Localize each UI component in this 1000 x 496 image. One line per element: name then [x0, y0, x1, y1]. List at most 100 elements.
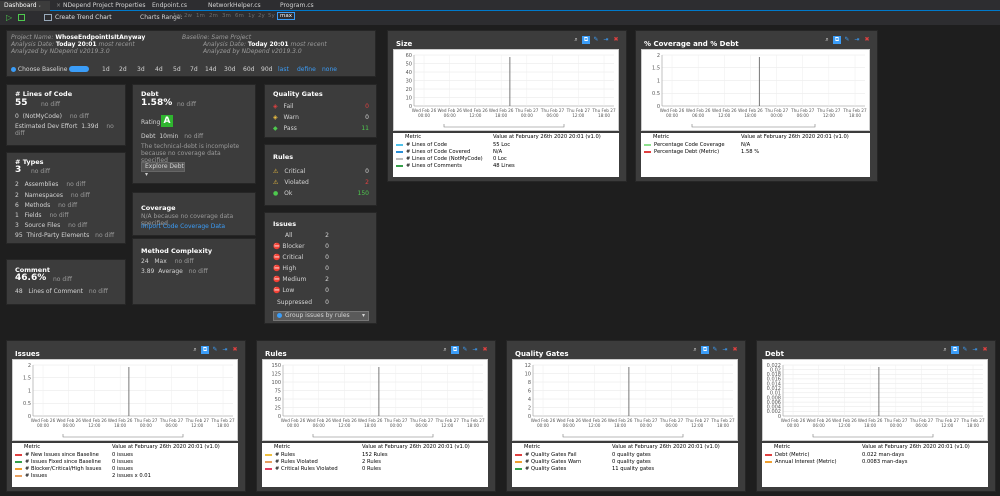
comment-panel: Comment 46.6% no diff 48 Lines of Commen… — [6, 259, 126, 305]
zoom-icon[interactable]: ⌕ — [441, 346, 449, 354]
select-icon[interactable]: ⧉ — [451, 346, 459, 354]
issues-panel: Issues All 2 ⛔ Blocker 0 ⛔ Critical 0 ⛔ Hig… — [264, 212, 377, 324]
rules-critical-row[interactable]: ⚠ Critical 0 — [273, 168, 369, 175]
loc-notmycode-row: 0 (NotMyCode) no diff — [15, 113, 89, 120]
baseline-range-2d[interactable]: 2d — [119, 66, 127, 73]
rules-violated-row[interactable]: ⚠ Violated 2 — [273, 179, 369, 186]
tab-program[interactable]: Program.cs — [276, 1, 318, 11]
timeline-scrollbar — [312, 434, 434, 438]
baseline-range-3d[interactable]: 3d — [137, 66, 145, 73]
select-icon[interactable]: ⧉ — [833, 36, 841, 44]
tab-dashboard[interactable]: Dashboard ₓ × — [0, 1, 50, 19]
baseline-range-7d[interactable]: 7d — [190, 66, 198, 73]
qg-fail-row[interactable]: ◈ Fail 0 — [273, 103, 369, 110]
remove-icon[interactable]: ✖ — [481, 346, 489, 354]
value-header: Value at February 26th 2020 20:01 (v1.0) — [612, 444, 720, 450]
zoom-icon[interactable]: ⌕ — [691, 346, 699, 354]
create-trend-chart-button[interactable]: Create Trend Chart — [55, 14, 112, 21]
tab-project-properties[interactable]: × NDepend Project Properties — [52, 1, 150, 11]
baseline-range-4d[interactable]: 4d — [155, 66, 163, 73]
legend-row[interactable]: Annual Interest (Metric) 0.0083 man-days — [762, 458, 988, 466]
import-coverage-link[interactable]: Import Code Coverage Data — [141, 223, 225, 230]
rules-ok-row[interactable]: ● Ok 150 — [273, 190, 369, 197]
legend-row[interactable]: # Quality Gates 11 quality gates — [512, 465, 738, 473]
run-analysis-icon[interactable] — [18, 14, 25, 21]
issues-medium-row[interactable]: ⛔ Medium 2 — [273, 276, 329, 283]
legend-row[interactable]: # Issues 2 issues x 0.01 — [12, 472, 238, 480]
range-6m[interactable]: 6m — [235, 13, 244, 19]
remove-icon[interactable]: ✖ — [612, 36, 620, 44]
baseline-range-5d[interactable]: 5d — [173, 66, 181, 73]
issues-high-row[interactable]: ⛔ High 0 — [273, 265, 329, 272]
baseline-none-link[interactable]: none — [322, 66, 337, 73]
range-max[interactable]: max — [277, 12, 295, 20]
baseline-last-link[interactable]: last — [278, 66, 289, 73]
zoom-icon[interactable]: ⌕ — [572, 36, 580, 44]
baseline-range-1d[interactable]: 1d — [102, 66, 110, 73]
export-icon[interactable]: ⇥ — [221, 346, 229, 354]
qg-pass-row[interactable]: ◆ Pass 11 — [273, 125, 369, 132]
close-icon[interactable]: × — [56, 2, 61, 9]
range-2w[interactable]: 2w — [184, 13, 192, 19]
select-icon[interactable]: ⧉ — [201, 346, 209, 354]
tab-label: NDepend Project Properties — [62, 2, 146, 9]
group-issues-select[interactable]: Group issues by rules ▾ — [273, 311, 369, 321]
issues-blocker-row[interactable]: ⛔ Blocker 0 — [273, 243, 329, 250]
series-value: 1.58 % — [741, 149, 760, 155]
range-5y[interactable]: 5y — [268, 13, 275, 19]
range-3m[interactable]: 3m — [222, 13, 231, 19]
range-1w[interactable]: 1w — [173, 13, 181, 19]
baseline-range-90d[interactable]: 90d — [261, 66, 272, 73]
x-tick-time: 18:00 — [495, 113, 507, 118]
edit-icon[interactable]: ✎ — [211, 346, 219, 354]
select-icon[interactable]: ⧉ — [701, 346, 709, 354]
issues-suppressed-row[interactable]: Suppressed 0 — [277, 299, 329, 306]
y-tick-label: 1.5 — [23, 376, 31, 382]
legend-row[interactable]: # Critical Rules Violated 0 Rules — [262, 465, 488, 473]
baseline-toggle[interactable] — [69, 66, 89, 72]
series-value: 0.0083 man-days — [862, 459, 908, 465]
range-2y[interactable]: 2y — [258, 13, 265, 19]
run-icon[interactable]: ▷ — [6, 13, 12, 22]
remove-icon[interactable]: ✖ — [231, 346, 239, 354]
baseline-range-30d[interactable]: 30d — [224, 66, 235, 73]
select-icon[interactable]: ⧉ — [582, 36, 590, 44]
qg-warn-row[interactable]: ◈ Warn 0 — [273, 114, 369, 121]
edit-icon[interactable]: ✎ — [843, 36, 851, 44]
explore-debt-button[interactable]: Explore Debt ▾ — [141, 162, 185, 178]
remove-icon[interactable]: ✖ — [731, 346, 739, 354]
export-icon[interactable]: ⇥ — [602, 36, 610, 44]
range-1y[interactable]: 1y — [248, 13, 255, 19]
edit-icon[interactable]: ✎ — [961, 346, 969, 354]
issues-all-row[interactable]: All 2 — [285, 232, 329, 239]
issues-low-row[interactable]: ⛔ Low 0 — [273, 287, 329, 294]
select-icon[interactable]: ⧉ — [951, 346, 959, 354]
document-tab-bar: Dashboard ₓ × × NDepend Project Properti… — [0, 0, 1000, 19]
zoom-icon[interactable]: ⌕ — [191, 346, 199, 354]
series-name: # Critical Rules Violated — [275, 466, 338, 472]
zoom-icon[interactable]: ⌕ — [941, 346, 949, 354]
edit-icon[interactable]: ✎ — [592, 36, 600, 44]
remove-icon[interactable]: ✖ — [863, 36, 871, 44]
export-icon[interactable]: ⇥ — [971, 346, 979, 354]
export-icon[interactable]: ⇥ — [853, 36, 861, 44]
remove-icon[interactable]: ✖ — [981, 346, 989, 354]
choose-baseline-button[interactable]: Choose Baseline — [11, 66, 67, 73]
edit-icon[interactable]: ✎ — [711, 346, 719, 354]
legend-row[interactable]: Percentage Debt (Metric) 1.58 % — [641, 148, 870, 156]
baseline-define-link[interactable]: define — [297, 66, 316, 73]
low-icon: ⛔ — [273, 287, 281, 294]
zoom-icon[interactable]: ⌕ — [823, 36, 831, 44]
baseline-range-60d[interactable]: 60d — [243, 66, 254, 73]
tab-endpoint[interactable]: Endpoint.cs — [148, 1, 191, 11]
timeline-scrollbar — [562, 434, 684, 438]
tab-networkhelper[interactable]: NetworkHelper.cs — [204, 1, 265, 11]
baseline-range-14d[interactable]: 14d — [205, 66, 216, 73]
range-1m[interactable]: 1m — [196, 13, 205, 19]
export-icon[interactable]: ⇥ — [721, 346, 729, 354]
legend-row[interactable]: # Lines of Comments 48 Lines — [393, 162, 619, 170]
export-icon[interactable]: ⇥ — [471, 346, 479, 354]
edit-icon[interactable]: ✎ — [461, 346, 469, 354]
issues-critical-row[interactable]: ⛔ Critical 0 — [273, 254, 329, 261]
range-2m[interactable]: 2m — [209, 13, 218, 19]
